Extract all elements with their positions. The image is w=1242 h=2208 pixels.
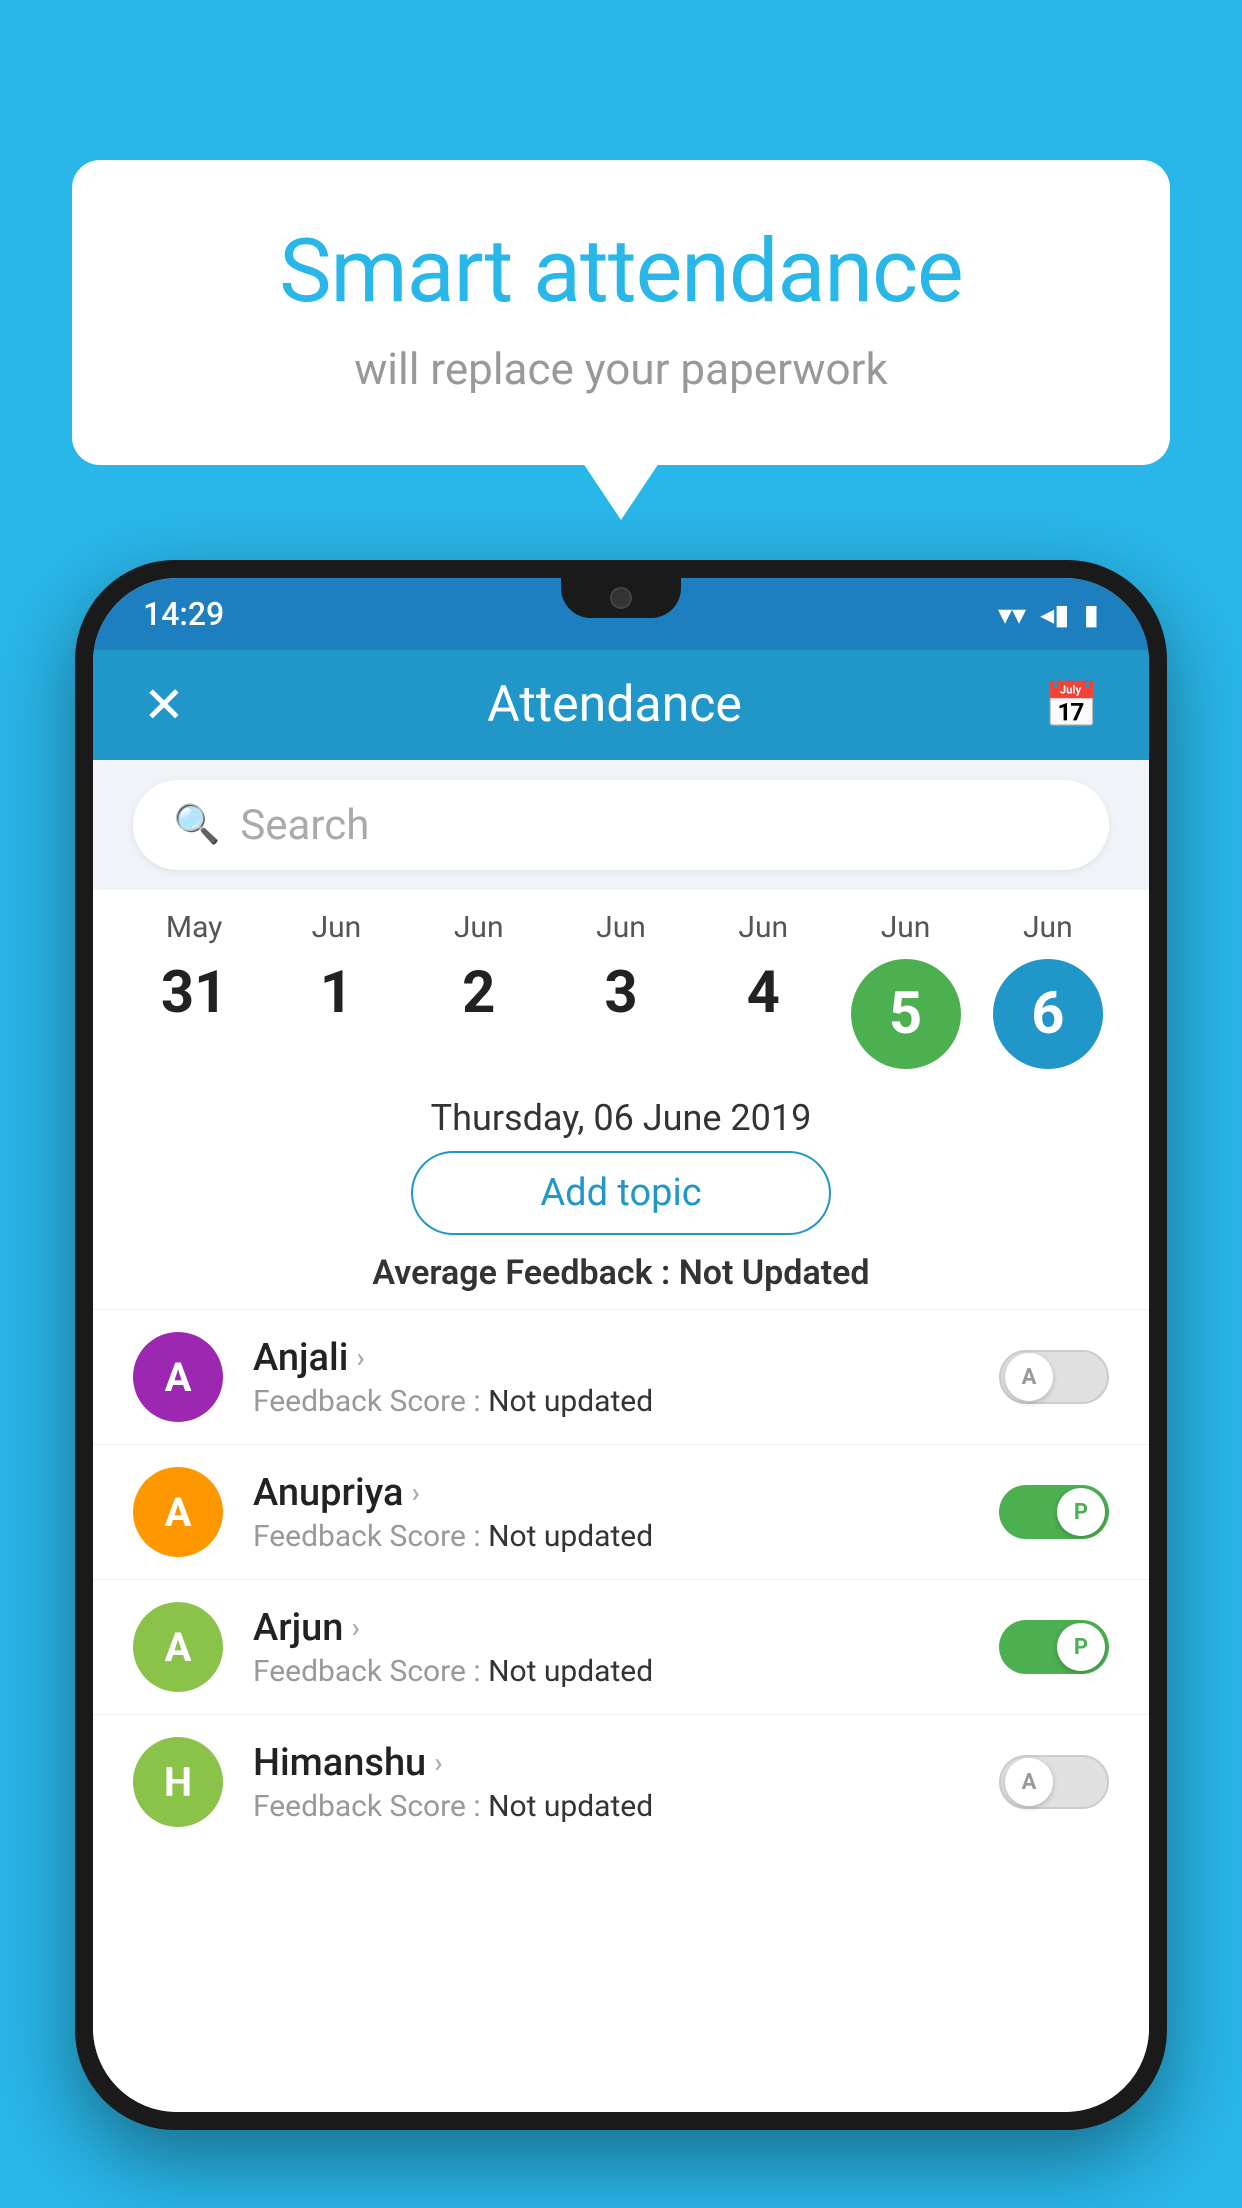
- student-info-himanshu: Himanshu › Feedback Score : Not updated: [253, 1741, 969, 1824]
- month-1: Jun: [312, 910, 362, 945]
- bubble-subtitle: will replace your paperwork: [152, 343, 1090, 395]
- chevron-anupriya: ›: [411, 1476, 419, 1509]
- student-name-anjali: Anjali ›: [253, 1336, 969, 1380]
- student-name-anupriya: Anupriya ›: [253, 1471, 969, 1515]
- student-list: A Anjali › Feedback Score : Not updated …: [93, 1309, 1149, 1849]
- month-4: Jun: [738, 910, 788, 945]
- avatar-himanshu: H: [133, 1737, 223, 1827]
- date-col-3[interactable]: Jun 3: [556, 910, 686, 1069]
- day-3: 3: [604, 959, 637, 1027]
- day-1: 1: [320, 959, 353, 1027]
- chevron-arjun: ›: [351, 1611, 359, 1644]
- phone-wrapper: 14:29 ▾▾ ◂▮ ▮ ✕ Attendance 📅 🔍: [75, 560, 1167, 2208]
- student-row-anupriya[interactable]: A Anupriya › Feedback Score : Not update…: [93, 1444, 1149, 1579]
- notch-camera: [610, 587, 632, 609]
- student-info-anupriya: Anupriya › Feedback Score : Not updated: [253, 1471, 969, 1554]
- phone-outer: 14:29 ▾▾ ◂▮ ▮ ✕ Attendance 📅 🔍: [75, 560, 1167, 2130]
- student-info-anjali: Anjali › Feedback Score : Not updated: [253, 1336, 969, 1419]
- chevron-anjali: ›: [356, 1341, 364, 1374]
- student-info-arjun: Arjun › Feedback Score : Not updated: [253, 1606, 969, 1689]
- day-circle-6: 6: [993, 959, 1103, 1069]
- content-area: 🔍 Search May 31 Jun 1 Jun: [93, 760, 1149, 2112]
- toggle-himanshu[interactable]: A: [999, 1755, 1109, 1809]
- calendar-icon[interactable]: 📅: [1044, 679, 1099, 731]
- date-col-1[interactable]: Jun 1: [271, 910, 401, 1069]
- close-button[interactable]: ✕: [143, 676, 185, 735]
- day-0: 31: [161, 959, 228, 1027]
- month-6: Jun: [1023, 910, 1073, 945]
- day-2: 2: [462, 959, 495, 1027]
- avatar-arjun: A: [133, 1602, 223, 1692]
- search-container: 🔍 Search: [93, 760, 1149, 890]
- month-3: Jun: [596, 910, 646, 945]
- month-2: Jun: [454, 910, 504, 945]
- chevron-himanshu: ›: [434, 1746, 442, 1779]
- avatar-anupriya: A: [133, 1467, 223, 1557]
- month-5: Jun: [881, 910, 931, 945]
- student-row-anjali[interactable]: A Anjali › Feedback Score : Not updated …: [93, 1309, 1149, 1444]
- signal-icon: ◂▮: [1040, 598, 1069, 631]
- student-name-arjun: Arjun ›: [253, 1606, 969, 1650]
- feedback-anupriya: Feedback Score : Not updated: [253, 1519, 969, 1554]
- date-col-5[interactable]: Jun 5: [841, 910, 971, 1069]
- app-header: ✕ Attendance 📅: [93, 650, 1149, 760]
- phone-notch: [561, 578, 681, 618]
- feedback-himanshu: Feedback Score : Not updated: [253, 1789, 969, 1824]
- add-topic-button[interactable]: Add topic: [411, 1151, 831, 1235]
- feedback-anjali: Feedback Score : Not updated: [253, 1384, 969, 1419]
- toggle-anjali[interactable]: A: [999, 1350, 1109, 1404]
- bubble-title: Smart attendance: [152, 220, 1090, 323]
- status-time: 14:29: [143, 595, 224, 633]
- feedback-arjun: Feedback Score : Not updated: [253, 1654, 969, 1689]
- day-circle-5: 5: [851, 959, 961, 1069]
- selected-date: Thursday, 06 June 2019: [93, 1079, 1149, 1151]
- date-col-4[interactable]: Jun 4: [698, 910, 828, 1069]
- speech-bubble: Smart attendance will replace your paper…: [72, 160, 1170, 465]
- search-icon: 🔍: [173, 803, 220, 847]
- calendar-dates: May 31 Jun 1 Jun 2 Jun 3: [93, 890, 1149, 1079]
- student-row-himanshu[interactable]: H Himanshu › Feedback Score : Not update…: [93, 1714, 1149, 1849]
- toggle-arjun[interactable]: P: [999, 1620, 1109, 1674]
- header-title: Attendance: [487, 676, 742, 734]
- avg-feedback-label: Average Feedback :: [372, 1253, 670, 1293]
- date-col-0[interactable]: May 31: [129, 910, 259, 1069]
- student-row-arjun[interactable]: A Arjun › Feedback Score : Not updated P: [93, 1579, 1149, 1714]
- month-0: May: [166, 910, 222, 945]
- avg-feedback-value: Not Updated: [679, 1253, 870, 1293]
- wifi-icon: ▾▾: [998, 598, 1026, 631]
- avg-feedback: Average Feedback : Not Updated: [93, 1253, 1149, 1309]
- search-placeholder: Search: [240, 801, 369, 850]
- toggle-anupriya[interactable]: P: [999, 1485, 1109, 1539]
- day-4: 4: [747, 959, 780, 1027]
- date-col-2[interactable]: Jun 2: [414, 910, 544, 1069]
- search-bar[interactable]: 🔍 Search: [133, 780, 1109, 870]
- phone-screen: 14:29 ▾▾ ◂▮ ▮ ✕ Attendance 📅 🔍: [93, 578, 1149, 2112]
- battery-icon: ▮: [1084, 598, 1099, 631]
- student-name-himanshu: Himanshu ›: [253, 1741, 969, 1785]
- status-icons: ▾▾ ◂▮ ▮: [998, 598, 1099, 631]
- avatar-anjali: A: [133, 1332, 223, 1422]
- date-col-6[interactable]: Jun 6: [983, 910, 1113, 1069]
